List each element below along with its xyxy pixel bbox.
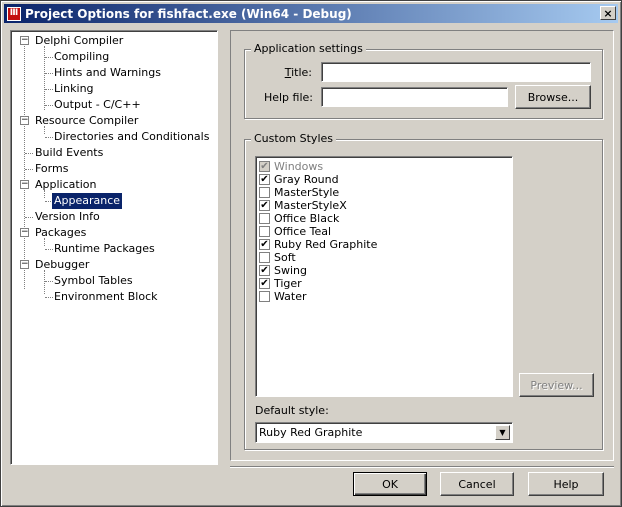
tree-item[interactable]: Forms <box>33 161 70 177</box>
style-name: Soft <box>274 251 296 264</box>
style-list-item[interactable]: ✔ Gray Round <box>259 173 339 186</box>
style-name: Swing <box>274 264 307 277</box>
tree-item[interactable]: Delphi Compiler <box>33 33 125 49</box>
default-style-value: Ruby Red Graphite <box>259 426 363 439</box>
delphi-app-icon: Ⅲ <box>7 6 21 21</box>
style-list-item[interactable]: ✔ MasterStyleX <box>259 199 347 212</box>
default-style-label: Default style: <box>255 404 329 417</box>
collapse-toggle-icon[interactable]: − <box>20 180 29 189</box>
help-button[interactable]: Help <box>528 472 604 496</box>
application-settings-title: Application settings <box>251 42 366 56</box>
tree-item[interactable]: Runtime Packages <box>52 241 157 257</box>
tree-item[interactable]: Appearance <box>52 193 123 209</box>
tree-item[interactable]: Application <box>33 177 98 193</box>
style-name: MasterStyle <box>274 186 340 199</box>
tree-item[interactable]: Resource Compiler <box>33 113 140 129</box>
tree-item[interactable]: Compiling <box>52 49 111 65</box>
unchecked-checkbox-icon[interactable] <box>259 291 270 302</box>
tree-item[interactable]: Packages <box>33 225 88 241</box>
appearance-page: Application settings Title: Help file: B… <box>230 30 614 461</box>
unchecked-checkbox-icon[interactable] <box>259 187 270 198</box>
checked-checkbox-icon[interactable]: ✔ <box>259 239 270 250</box>
style-list-item[interactable]: Office Black <box>259 212 339 225</box>
style-name: Windows <box>274 160 324 173</box>
unchecked-checkbox-icon[interactable] <box>259 252 270 263</box>
tree-item[interactable]: Directories and Conditionals <box>52 129 211 145</box>
style-list-item[interactable]: MasterStyle <box>259 186 339 199</box>
tree-item[interactable]: Hints and Warnings <box>52 65 163 81</box>
style-list-item[interactable]: Soft <box>259 251 296 264</box>
custom-styles-list[interactable]: ✔ Windows ✔ Gray Round MasterStyle ✔ MasterSty… <box>255 156 513 397</box>
title-input[interactable] <box>321 62 591 82</box>
unchecked-checkbox-icon[interactable] <box>259 213 270 224</box>
checked-checkbox-icon[interactable]: ✔ <box>259 265 270 276</box>
collapse-toggle-icon[interactable]: − <box>20 260 29 269</box>
tree-item[interactable]: Version Info <box>33 209 102 225</box>
tree-item[interactable]: Symbol Tables <box>52 273 135 289</box>
style-list-item[interactable]: ✔ Tiger <box>259 277 302 290</box>
title-label: Title: <box>284 66 312 79</box>
unchecked-checkbox-icon[interactable] <box>259 226 270 237</box>
tree-item[interactable]: Environment Block <box>52 289 160 305</box>
style-list-item[interactable]: Water <box>259 290 307 303</box>
tree-item[interactable]: Output - C/C++ <box>52 97 143 113</box>
options-tree[interactable]: − Delphi Compiler Compiling Hints and Warni… <box>10 30 218 465</box>
browse-button[interactable]: Browse... <box>515 85 591 109</box>
tree-item[interactable]: Build Events <box>33 145 105 161</box>
title-bar[interactable]: Ⅲ Project Options for fishfact.exe (Win6… <box>4 4 618 23</box>
custom-styles-title: Custom Styles <box>251 132 336 146</box>
ok-button[interactable]: OK <box>353 472 427 496</box>
style-list-item[interactable]: ✔ Windows <box>259 160 323 173</box>
style-list-item[interactable]: ✔ Swing <box>259 264 307 277</box>
help-file-input[interactable] <box>321 87 508 107</box>
style-name: Water <box>274 290 307 303</box>
cancel-button[interactable]: Cancel <box>440 472 514 496</box>
window-title: Project Options for fishfact.exe (Win64 … <box>25 6 352 21</box>
tree-item[interactable]: Debugger <box>33 257 91 273</box>
checked-checkbox-icon[interactable]: ✔ <box>259 278 270 289</box>
style-list-item[interactable]: Office Teal <box>259 225 331 238</box>
style-name: Office Black <box>274 212 340 225</box>
collapse-toggle-icon[interactable]: − <box>20 116 29 125</box>
checked-checkbox-icon[interactable]: ✔ <box>259 161 270 172</box>
help-file-label: Help file: <box>263 91 313 104</box>
collapse-toggle-icon[interactable]: − <box>20 36 29 45</box>
close-button[interactable]: × <box>600 6 616 20</box>
style-name: Ruby Red Graphite <box>274 238 378 251</box>
project-options-dialog: Ⅲ Project Options for fishfact.exe (Win6… <box>0 0 622 507</box>
style-name: Tiger <box>274 277 302 290</box>
checked-checkbox-icon[interactable]: ✔ <box>259 174 270 185</box>
style-name: MasterStyleX <box>274 199 347 212</box>
default-style-select[interactable]: Ruby Red Graphite ▼ <box>255 422 513 443</box>
style-name: Office Teal <box>274 225 332 238</box>
checked-checkbox-icon[interactable]: ✔ <box>259 200 270 211</box>
style-list-item[interactable]: ✔ Ruby Red Graphite <box>259 238 377 251</box>
collapse-toggle-icon[interactable]: − <box>20 228 29 237</box>
tree-item[interactable]: Linking <box>52 81 96 97</box>
footer-separator <box>230 466 614 468</box>
style-name: Gray Round <box>274 173 339 186</box>
dropdown-arrow-icon[interactable]: ▼ <box>495 425 510 440</box>
preview-button[interactable]: Preview... <box>519 373 594 397</box>
